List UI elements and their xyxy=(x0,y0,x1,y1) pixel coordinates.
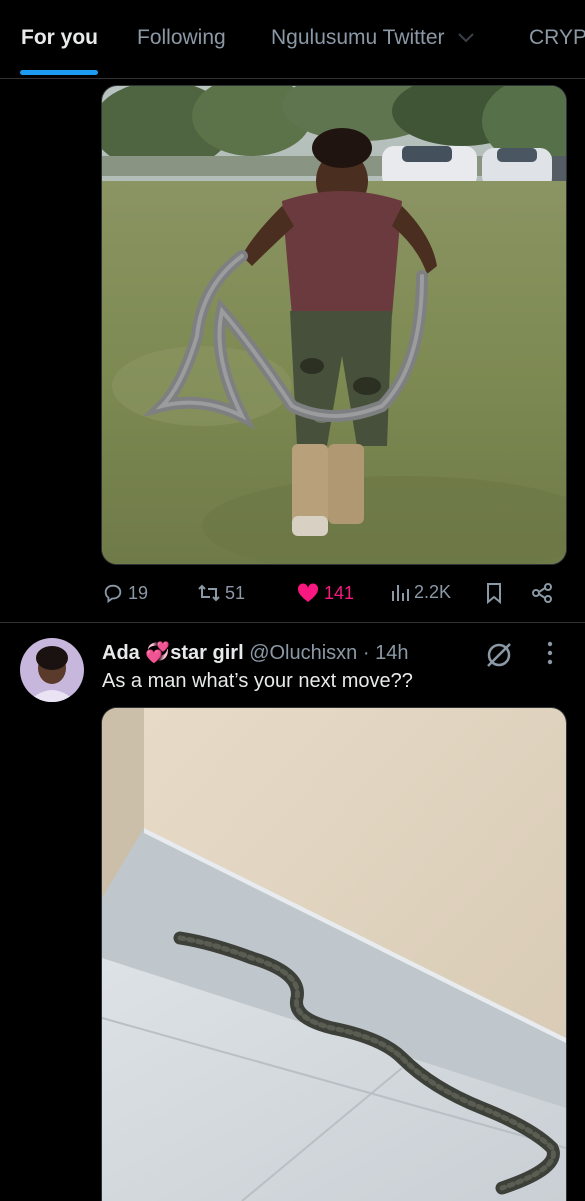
active-tab-indicator xyxy=(20,70,98,75)
tab-following[interactable]: Following xyxy=(137,26,226,50)
bookmark-button[interactable] xyxy=(484,582,504,604)
more-options-button[interactable] xyxy=(540,640,560,671)
grok-button[interactable] xyxy=(484,640,514,675)
display-name-suffix: star girl xyxy=(170,642,244,664)
tab-cryp[interactable]: CRYP xyxy=(529,26,585,50)
chevron-down-icon xyxy=(458,33,475,43)
tweet1-photo[interactable] xyxy=(101,85,567,565)
avatar[interactable] xyxy=(20,638,84,702)
bookmark-icon xyxy=(487,583,501,604)
avatar-photo xyxy=(20,638,84,702)
views-count: 2.2K xyxy=(414,582,452,602)
grok-icon xyxy=(487,643,511,667)
like-count: 141 xyxy=(324,582,355,603)
display-name[interactable]: Ada 💞star girl xyxy=(102,642,244,664)
tweet2-photo[interactable] xyxy=(101,707,567,1201)
photo-woman-with-snake xyxy=(102,86,566,564)
repost-icon xyxy=(198,584,220,602)
separator: · xyxy=(362,642,370,664)
tab-ngulusumu-twitter[interactable]: Ngulusumu Twitter xyxy=(271,26,475,50)
tweet-divider xyxy=(0,622,585,623)
share-button[interactable] xyxy=(530,582,554,604)
tweet2-header: Ada 💞star girl @Oluchisxn · 14h xyxy=(102,640,408,665)
tweet1-action-bar: 19 51 141 2.2K xyxy=(102,576,562,610)
tab-for-you[interactable]: For you xyxy=(21,26,98,50)
timestamp[interactable]: 14h xyxy=(375,642,408,664)
tweet2-text: As a man what’s your next move?? xyxy=(102,670,413,692)
share-icon xyxy=(532,583,552,603)
reply-count: 19 xyxy=(128,582,149,603)
views-icon xyxy=(392,584,409,601)
handle[interactable]: @Oluchisxn xyxy=(249,642,357,664)
views-button[interactable]: 2.2K xyxy=(390,582,451,603)
reply-button[interactable]: 19 xyxy=(102,582,148,604)
tab-label: Ngulusumu Twitter xyxy=(271,26,445,49)
reply-icon xyxy=(104,584,122,604)
repost-button[interactable]: 51 xyxy=(197,582,245,604)
heart-emoji: 💞 xyxy=(145,642,171,664)
repost-count: 51 xyxy=(225,582,246,603)
timeline-tabs: For you Following Ngulusumu Twitter CRYP xyxy=(0,0,585,79)
like-button[interactable]: 141 xyxy=(296,582,354,604)
more-icon xyxy=(547,641,553,665)
display-name-text: Ada xyxy=(102,642,140,664)
photo-snake-on-floor xyxy=(102,708,566,1201)
like-icon xyxy=(297,583,319,602)
